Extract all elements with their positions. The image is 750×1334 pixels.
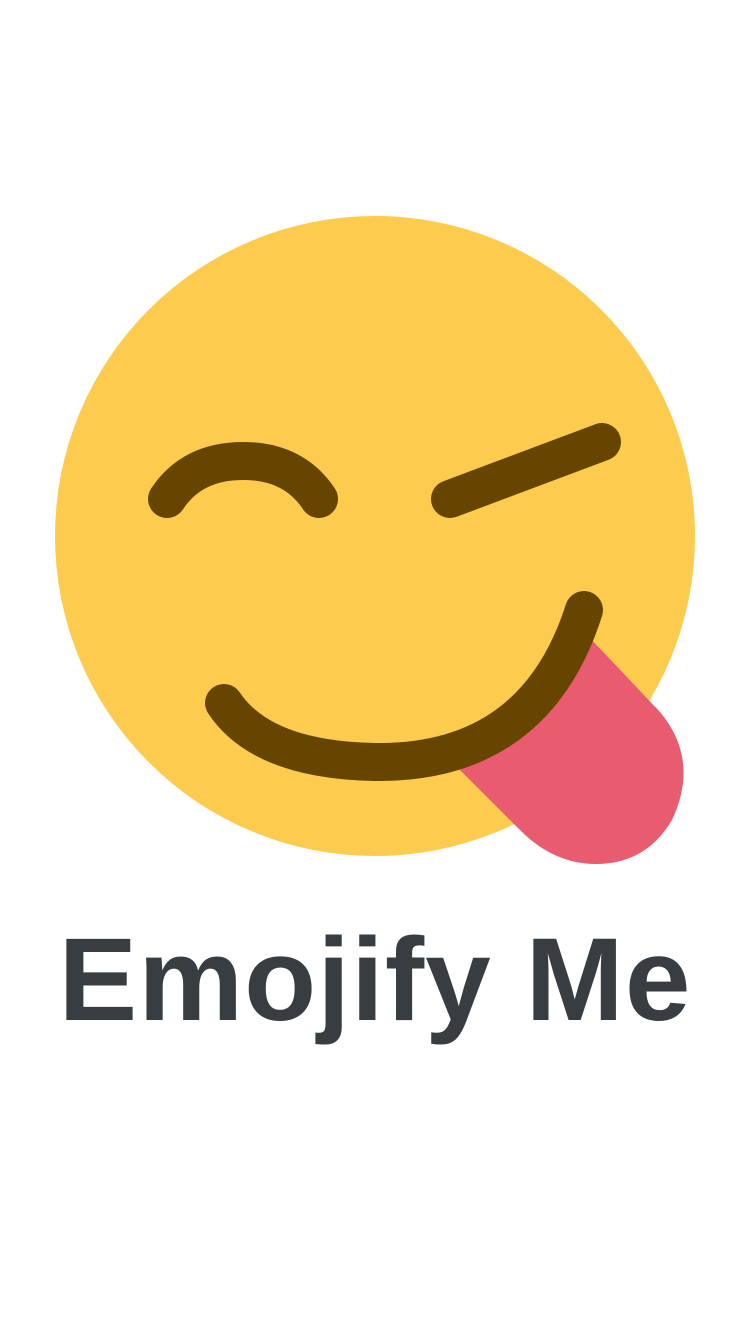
app-title: Emojify Me: [58, 914, 692, 1046]
winking-face-with-tongue-icon: [55, 216, 695, 864]
splash-screen: Emojify Me: [0, 0, 750, 1334]
